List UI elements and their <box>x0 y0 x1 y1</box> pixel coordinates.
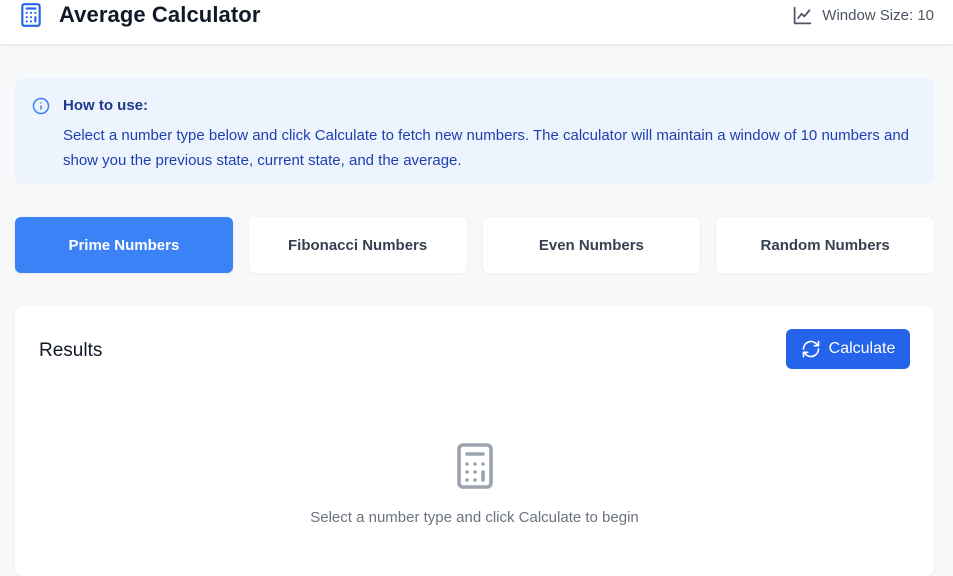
tab-random-numbers[interactable]: Random Numbers <box>716 217 934 273</box>
line-chart-icon <box>794 6 812 25</box>
window-size-indicator: Window Size: 10 <box>792 5 934 26</box>
empty-state-text: Select a number type and click Calculate… <box>310 509 639 526</box>
tab-prime-numbers[interactable]: Prime Numbers <box>15 217 233 273</box>
app-header: Average Calculator Window Size: 10 <box>0 0 953 45</box>
calculator-icon <box>457 443 493 489</box>
calculate-button[interactable]: Calculate <box>786 329 910 369</box>
how-to-use-title: How to use: <box>63 97 148 114</box>
info-circle-icon <box>32 97 50 115</box>
how-to-use-panel: How to use: Select a number type below a… <box>15 78 934 184</box>
results-panel: Results Calculate Select a number type a… <box>15 306 934 576</box>
window-size-label: Window Size: 10 <box>822 7 934 24</box>
results-title: Results <box>39 340 103 361</box>
refresh-icon <box>802 340 819 358</box>
tab-even-numbers[interactable]: Even Numbers <box>482 217 701 273</box>
number-type-tabs: Prime Numbers Fibonacci Numbers Even Num… <box>15 217 934 273</box>
how-to-use-text: Select a number type below and click Cal… <box>63 127 909 169</box>
tab-fibonacci-numbers[interactable]: Fibonacci Numbers <box>248 217 467 273</box>
calculate-label: Calculate <box>828 340 896 357</box>
calculator-icon <box>21 3 41 27</box>
app-title: Average Calculator <box>59 2 261 27</box>
